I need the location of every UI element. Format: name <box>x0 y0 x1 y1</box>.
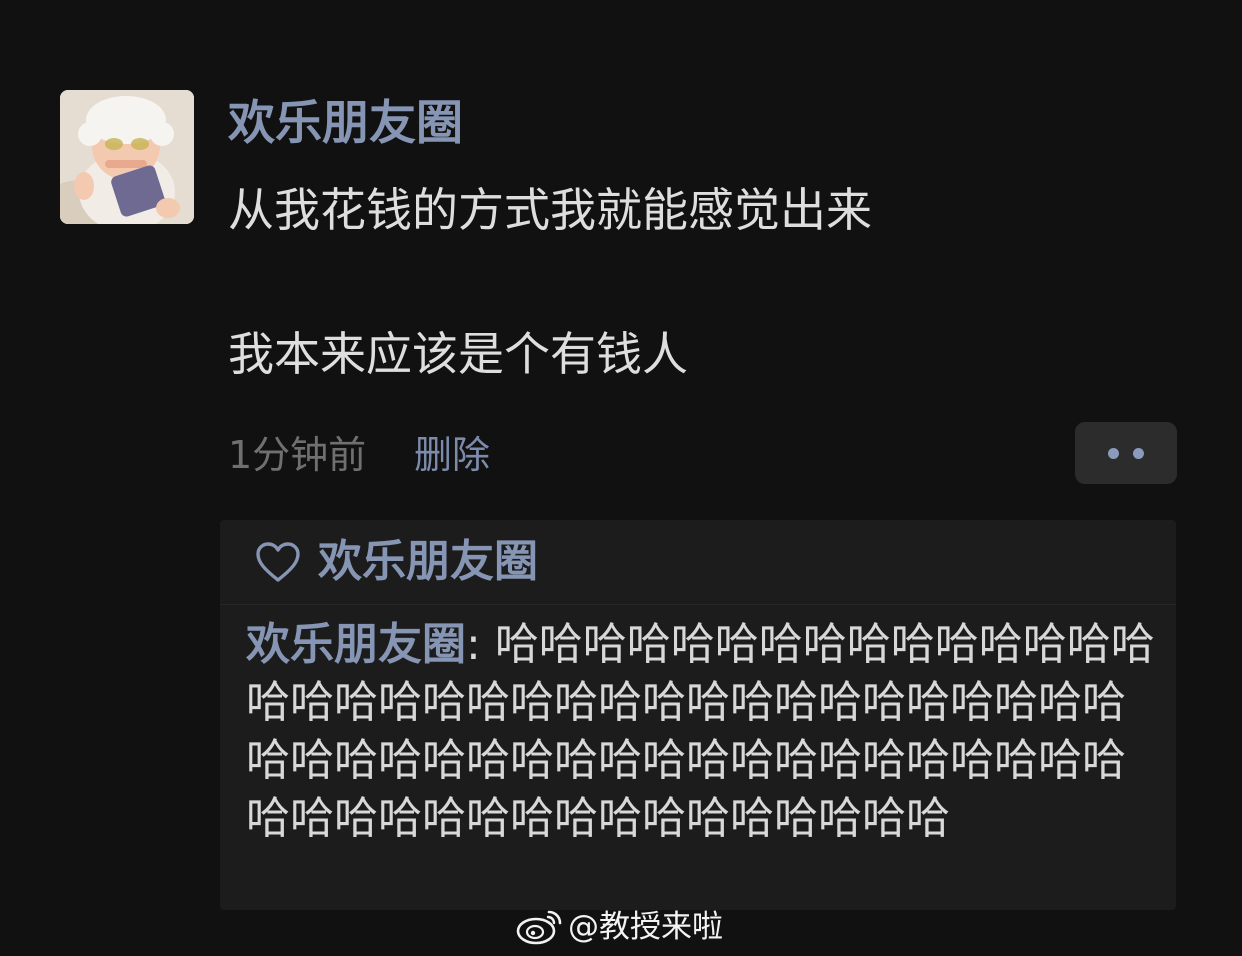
weibo-icon <box>516 910 562 945</box>
interactions-panel: 欢乐朋友圈 欢乐朋友圈: 哈哈哈哈哈哈哈哈哈哈哈哈哈哈哈哈哈哈哈哈哈哈哈哈哈哈哈… <box>220 520 1176 910</box>
watermark-text: @教授来啦 <box>568 909 723 945</box>
post-content-line: 我本来应该是个有钱人 <box>228 327 688 381</box>
post-content-line: 从我花钱的方式我就能感觉出来 <box>228 183 872 237</box>
comment[interactable]: 欢乐朋友圈: 哈哈哈哈哈哈哈哈哈哈哈哈哈哈哈哈哈哈哈哈哈哈哈哈哈哈哈哈哈哈哈哈哈… <box>246 616 1156 848</box>
comment-separator: : <box>466 619 495 670</box>
ellipsis-icon <box>1108 448 1119 459</box>
comment-author[interactable]: 欢乐朋友圈 <box>246 619 466 670</box>
delete-link[interactable]: 删除 <box>414 430 490 480</box>
liker-name[interactable]: 欢乐朋友圈 <box>318 532 538 592</box>
post-timestamp: 1分钟前 <box>228 433 367 477</box>
ellipsis-icon <box>1133 448 1144 459</box>
post-author-name[interactable]: 欢乐朋友圈 <box>228 92 463 156</box>
more-options-button[interactable] <box>1075 422 1177 484</box>
heart-icon <box>256 542 300 582</box>
likes-row: 欢乐朋友圈 <box>220 520 1176 605</box>
avatar[interactable] <box>60 90 194 224</box>
